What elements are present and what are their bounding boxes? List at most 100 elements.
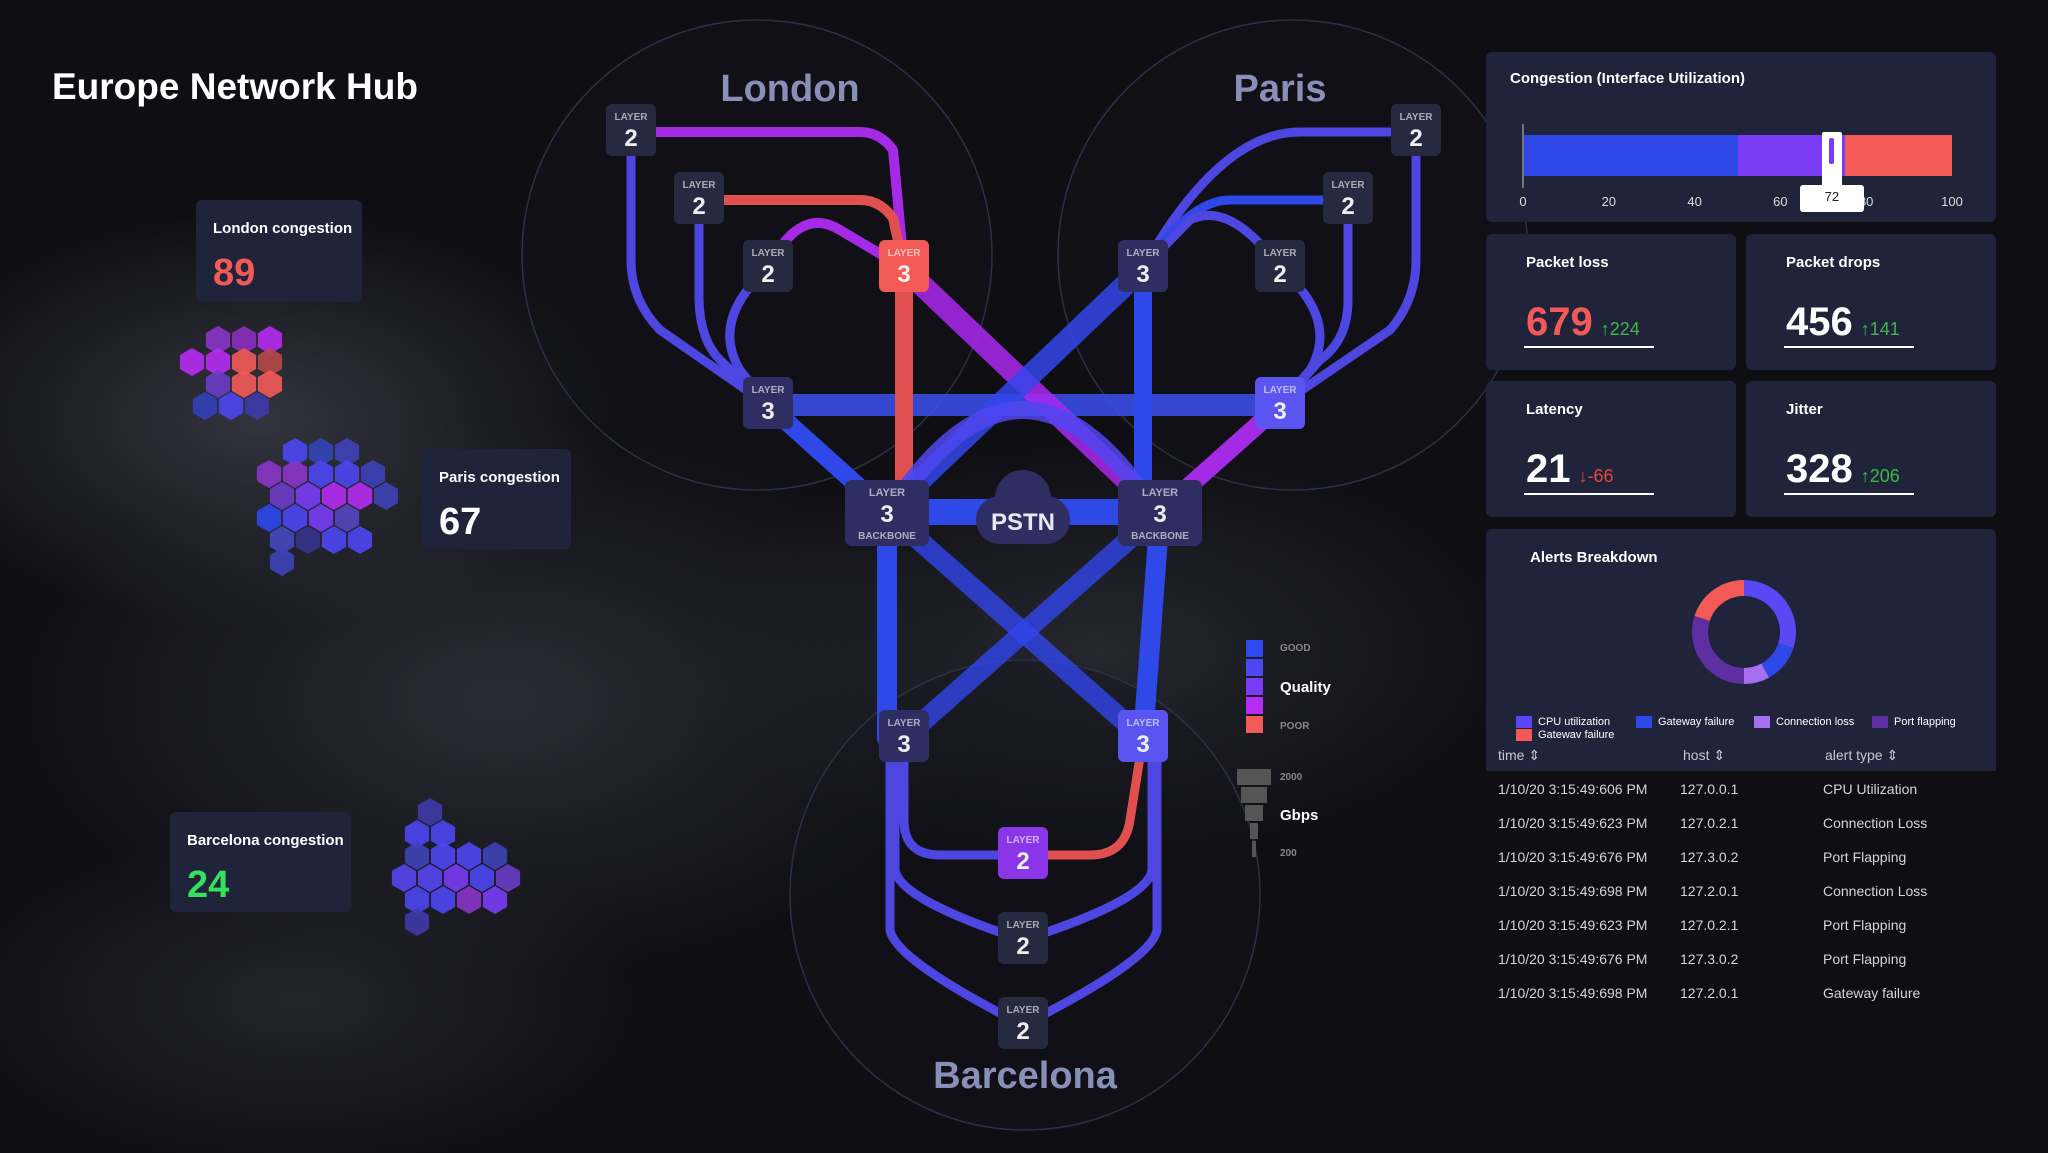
congestion-hex xyxy=(430,886,456,914)
congestion-hex xyxy=(295,482,321,510)
node-layer-number: 3 xyxy=(1136,731,1149,758)
node-layer-number: 3 xyxy=(1136,261,1149,288)
card-label: Barcelona congestion xyxy=(187,832,344,849)
congestion-hex xyxy=(256,504,282,532)
congestion-hex xyxy=(256,460,282,488)
metric-number: 456 xyxy=(1786,300,1853,344)
cell-host: 127.3.0.2 xyxy=(1680,849,1739,865)
cell-host: 127.2.0.1 xyxy=(1680,985,1739,1001)
quality-swatch xyxy=(1246,716,1263,733)
cell-host: 127.3.0.2 xyxy=(1680,951,1739,967)
cell-alert-type: Port Flapping xyxy=(1823,849,1907,865)
donut-slice-gateway-failure[interactable] xyxy=(1760,642,1794,678)
congestion-hex xyxy=(430,842,456,870)
congestion-hex xyxy=(469,864,495,892)
node-layer-label: LAYER xyxy=(1332,180,1366,191)
metric-card-packet-drops: Packet drops 456 ↑141 xyxy=(1746,234,1996,370)
donut-slice-cpu-utilization[interactable] xyxy=(1743,580,1796,649)
metric-value: 21 ↓-66 xyxy=(1526,447,1614,492)
congestion-hex xyxy=(373,482,399,510)
metric-label: Packet loss xyxy=(1526,254,1609,271)
node-layer-label: LAYER xyxy=(1264,248,1298,259)
legend-item[interactable]: Port flapping xyxy=(1872,716,1956,728)
node-layer-number: 2 xyxy=(1016,933,1029,960)
node-layer-label: LAYER xyxy=(1007,920,1041,931)
node-layer-number: 2 xyxy=(1341,193,1354,220)
legend-swatch xyxy=(1516,729,1532,741)
gauge-segment xyxy=(1844,135,1952,176)
gauge-marker[interactable] xyxy=(1821,132,1842,188)
quality-good-label: GOOD xyxy=(1280,643,1311,654)
gauge-segment xyxy=(1523,135,1738,176)
column-header-alert-type[interactable]: alert type ⇕ xyxy=(1825,747,1898,764)
cell-host: 127.0.2.1 xyxy=(1680,917,1739,933)
congestion-hex xyxy=(482,886,508,914)
quality-swatch xyxy=(1246,659,1263,676)
node-layer-label: LAYER xyxy=(752,248,786,259)
gbps-bar xyxy=(1241,787,1267,803)
gauge-tick-label: 40 xyxy=(1687,194,1702,209)
cell-host: 127.0.2.1 xyxy=(1680,815,1739,831)
gauge-value-label: 72 xyxy=(1799,185,1864,212)
paris-congestion-card: Paris congestion 67 xyxy=(422,449,571,549)
cell-host: 127.0.0.1 xyxy=(1680,781,1739,797)
congestion-hex xyxy=(360,460,386,488)
metric-delta: ↑141 xyxy=(1860,319,1900,339)
congestion-hex xyxy=(456,842,482,870)
donut-slice-port-flapping[interactable] xyxy=(1692,615,1745,684)
node-layer-label: LAYER xyxy=(869,487,905,499)
card-value: 67 xyxy=(439,501,482,543)
gauge-tick-label: 20 xyxy=(1601,194,1617,209)
card-value: 89 xyxy=(213,252,256,294)
legend-item[interactable]: Gateway failure xyxy=(1636,716,1734,728)
congestion-hex xyxy=(192,392,218,420)
legend-item[interactable]: Gatewav failure xyxy=(1516,729,1614,741)
legend-item[interactable]: Connection loss xyxy=(1754,716,1854,728)
node-layer-label: LAYER xyxy=(683,180,717,191)
congestion-hex xyxy=(269,548,295,576)
column-header-time[interactable]: time ⇕ xyxy=(1498,747,1540,764)
cell-alert-type: Connection Loss xyxy=(1823,815,1928,831)
congestion-hex xyxy=(308,460,334,488)
card-value: 24 xyxy=(187,864,230,906)
congestion-gauge-card: Congestion (Interface Utilization) 0 20 40… xyxy=(1486,52,1996,222)
node-layer-number: 2 xyxy=(692,193,705,220)
london-congestion-card: London congestion 89 xyxy=(196,200,362,302)
page-title: Europe Network Hub xyxy=(52,66,418,107)
congestion-hex xyxy=(179,348,205,376)
legend-swatch xyxy=(1636,716,1652,728)
metric-delta: ↑224 xyxy=(1600,319,1640,339)
metric-label: Jitter xyxy=(1786,401,1823,418)
sort-icon: ⇕ xyxy=(1886,747,1899,763)
node-layer-label: LAYER xyxy=(1127,718,1161,729)
header-label: alert type xyxy=(1825,747,1883,763)
congestion-hex xyxy=(347,526,373,554)
node-layer-label: LAYER xyxy=(615,112,649,123)
gauge-tick-label: 100 xyxy=(1941,194,1963,209)
cell-alert-type: CPU Utilization xyxy=(1823,781,1918,797)
metric-label: Latency xyxy=(1526,401,1583,418)
metric-value: 679 ↑224 xyxy=(1526,300,1640,345)
node-layer-number: 3 xyxy=(1273,398,1286,425)
node-layer-number: 2 xyxy=(1016,848,1029,875)
metric-delta: ↓-66 xyxy=(1578,466,1614,486)
node-layer-number: 3 xyxy=(897,261,910,288)
legend-label: CPU utilization xyxy=(1538,716,1611,728)
donut-slice-gatewav-failure[interactable] xyxy=(1694,580,1745,622)
congestion-hex xyxy=(269,482,295,510)
legend-item[interactable]: CPU utilization xyxy=(1516,716,1610,728)
gauge-bar[interactable]: 0 20 40 60 80 100 72 xyxy=(1486,52,1996,222)
header-label: time xyxy=(1498,747,1525,763)
quality-swatch xyxy=(1246,640,1263,657)
barcelona-congestion-card: Barcelona congestion 24 xyxy=(170,812,351,912)
node-layer-number: 2 xyxy=(1016,1018,1029,1045)
metric-number: 21 xyxy=(1526,447,1571,491)
congestion-hex xyxy=(308,504,334,532)
cell-alert-type: Connection Loss xyxy=(1823,883,1928,899)
donut-slice-connection-loss[interactable] xyxy=(1743,663,1770,684)
gbps-bar xyxy=(1250,823,1258,839)
column-header-host[interactable]: host ⇕ xyxy=(1683,747,1725,764)
gbps-title: Gbps xyxy=(1280,807,1319,824)
congestion-hex xyxy=(244,392,270,420)
cell-time: 1/10/20 3:15:49:606 PM xyxy=(1498,781,1648,797)
